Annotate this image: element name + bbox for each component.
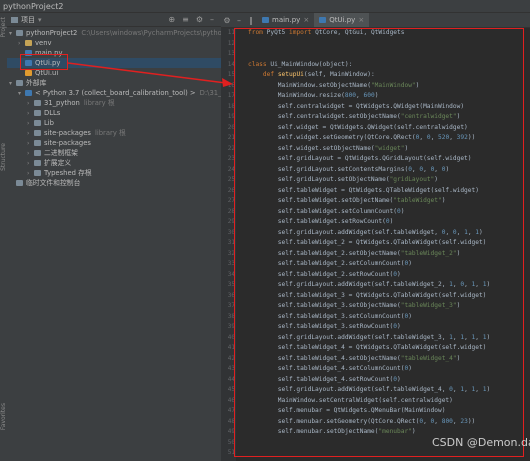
annotation-arrow [67,62,233,87]
watermark-text: CSDN @Demon.dai [432,436,530,449]
